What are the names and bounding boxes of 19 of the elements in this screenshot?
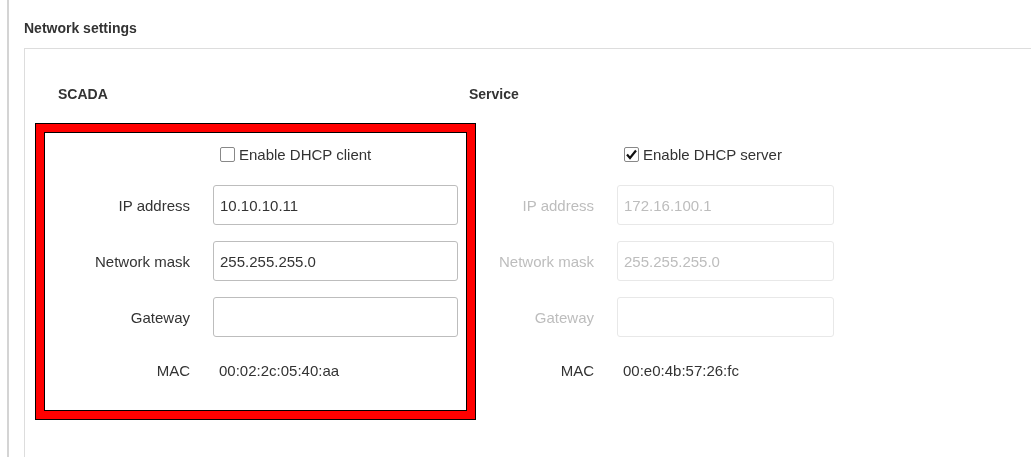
mac-label: MAC [559, 362, 594, 379]
field-label: Gateway [533, 308, 594, 326]
mac-value: 00:02:2c:05:40:aa [218, 362, 341, 379]
input-field[interactable]: 255.255.255.0 [213, 241, 458, 281]
field-label: IP address [521, 196, 594, 214]
checkbox-icon[interactable] [220, 146, 235, 162]
dhcp-checkbox[interactable]: Enable DHCP client [220, 142, 458, 166]
field-label: Network mask [93, 252, 190, 270]
section-title: Network settings [24, 20, 138, 38]
dhcp-checkbox[interactable]: Enable DHCP server [624, 142, 834, 166]
section-heading: Service [469, 86, 520, 103]
input-field[interactable] [213, 297, 458, 337]
field-label: Network mask [497, 252, 594, 270]
mac-value: 00:e0:4b:57:26:fc [622, 362, 740, 379]
field-label: Gateway [129, 308, 190, 326]
checkbox-icon[interactable] [624, 146, 639, 162]
field-label: IP address [117, 196, 190, 214]
mac-label: MAC [155, 362, 190, 379]
input-field[interactable]: 10.10.10.11 [213, 185, 458, 225]
